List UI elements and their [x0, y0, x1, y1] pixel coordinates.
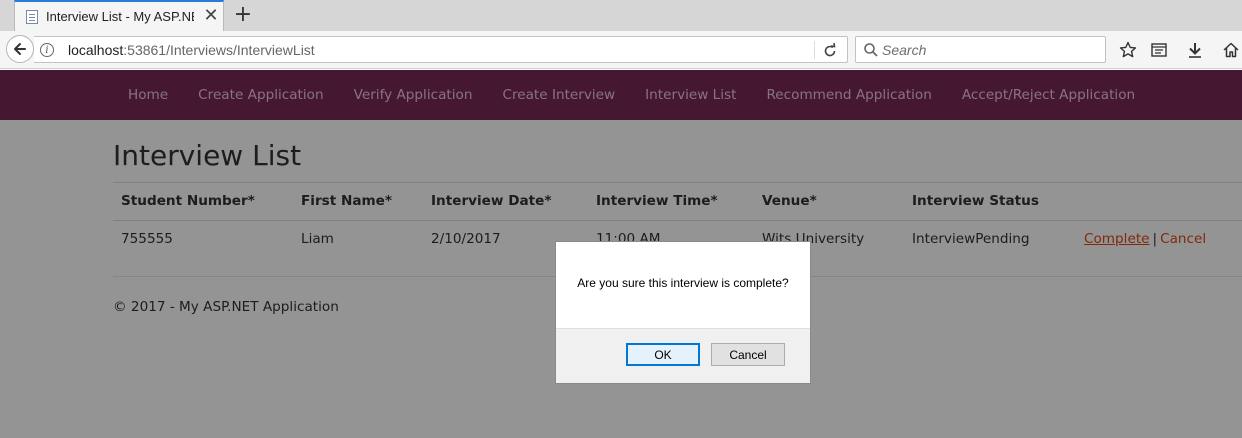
bookmark-star-icon[interactable] — [1119, 41, 1137, 59]
tab-title: Interview List - My ASP.NET — [46, 9, 194, 24]
browser-tab[interactable]: Interview List - My ASP.NET ✕ — [14, 0, 224, 31]
dialog-button-bar: OK Cancel — [556, 328, 810, 383]
ok-button[interactable]: OK — [626, 343, 700, 366]
back-button[interactable] — [6, 35, 34, 63]
download-icon[interactable] — [1186, 41, 1204, 59]
browser-toolbar: i localhost:53861/Interviews/InterviewLi… — [0, 31, 1242, 69]
page-favicon-icon — [26, 10, 38, 24]
search-bar[interactable] — [855, 36, 1106, 63]
home-icon[interactable] — [1222, 41, 1240, 59]
url-divider — [814, 41, 815, 59]
confirm-dialog: Are you sure this interview is complete?… — [555, 241, 811, 384]
address-bar[interactable]: i localhost:53861/Interviews/InterviewLi… — [34, 36, 848, 63]
info-icon[interactable]: i — [40, 43, 54, 57]
close-tab-icon[interactable]: ✕ — [202, 7, 220, 25]
url-host: localhost — [68, 42, 124, 58]
cancel-button[interactable]: Cancel — [711, 343, 785, 366]
browser-tabstrip: Interview List - My ASP.NET ✕ + — [0, 0, 1242, 31]
reading-list-icon[interactable] — [1150, 41, 1168, 59]
search-icon — [864, 43, 878, 57]
url-text[interactable]: localhost:53861/Interviews/InterviewList — [68, 42, 315, 58]
reload-icon[interactable] — [821, 42, 839, 60]
back-arrow-icon — [14, 43, 26, 55]
new-tab-icon[interactable]: + — [232, 4, 254, 26]
url-path: :53861/Interviews/InterviewList — [123, 42, 315, 58]
dialog-message: Are you sure this interview is complete? — [577, 276, 789, 290]
search-input[interactable] — [882, 38, 1097, 61]
